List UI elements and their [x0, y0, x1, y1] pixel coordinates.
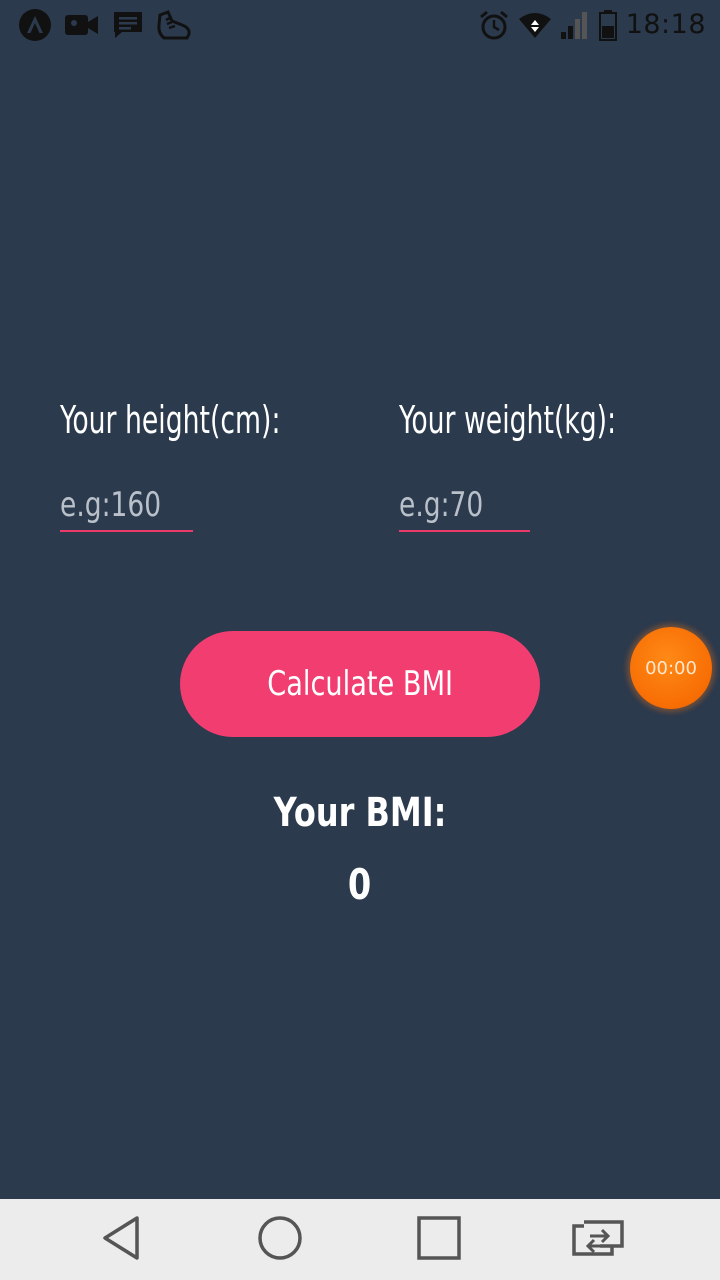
message-icon [112, 10, 144, 40]
navigation-bar [0, 1199, 720, 1280]
switch-app-icon [570, 1218, 626, 1263]
weight-field-wrapper [399, 482, 532, 532]
calculate-bmi-button[interactable]: Calculate BMI [180, 631, 540, 737]
app-a-icon [18, 8, 52, 42]
weight-label: Your weight(kg): [399, 398, 617, 442]
height-field-wrapper [60, 482, 193, 532]
shoe-icon [156, 9, 192, 41]
calculate-bmi-label: Calculate BMI [267, 664, 453, 704]
back-icon [99, 1214, 143, 1267]
video-camera-icon [64, 11, 100, 39]
bmi-result-title-text: Your BMI: [273, 790, 447, 836]
weight-input[interactable] [399, 482, 532, 528]
recent-apps-button[interactable] [408, 1209, 470, 1271]
timer-label: 00:00 [645, 657, 697, 679]
back-button[interactable] [90, 1209, 152, 1271]
bmi-result-value: 0 [0, 860, 720, 909]
recent-apps-icon [416, 1215, 462, 1266]
height-input[interactable] [60, 482, 193, 528]
status-right-icons: 18:18 [478, 8, 706, 42]
status-bar: 18:18 [0, 0, 720, 50]
switch-app-button[interactable] [567, 1209, 629, 1271]
alarm-icon [478, 9, 510, 41]
wifi-icon [518, 11, 552, 39]
floating-timer-button[interactable]: 00:00 [630, 627, 712, 709]
height-label: Your height(cm): [60, 398, 281, 442]
bmi-result-value-text: 0 [348, 860, 372, 909]
bmi-result-title: Your BMI: [0, 790, 720, 836]
battery-icon [598, 9, 618, 41]
status-left-icons [18, 8, 192, 42]
status-time: 18:18 [625, 9, 706, 40]
app-screen: 18:18 Your height(cm): Your weight(kg): … [0, 0, 720, 1280]
home-button[interactable] [249, 1209, 311, 1271]
signal-icon [560, 10, 590, 40]
home-icon [257, 1215, 303, 1266]
